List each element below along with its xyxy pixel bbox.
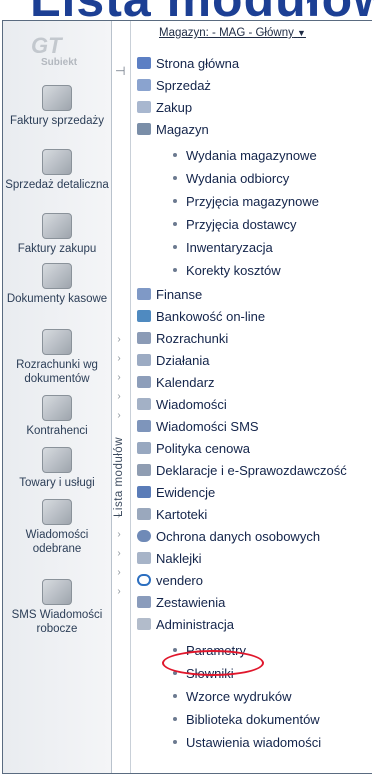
nav-label: SMS Wiadomości robocze <box>11 609 103 635</box>
submenu-ustawienia-wiadomosci[interactable]: Ustawienia wiadomości <box>173 732 321 754</box>
menu-kalendarz[interactable]: Kalendarz <box>137 372 215 394</box>
menu-bankowosc-online[interactable]: Bankowość on-line <box>137 306 265 328</box>
nav-kontrahenci[interactable]: Kontrahenci <box>3 395 111 438</box>
chevron-right-icon[interactable]: › <box>113 582 125 601</box>
chevron-right-icon[interactable]: › <box>113 330 125 349</box>
cash-documents-icon <box>42 263 72 289</box>
data-protection-icon <box>137 530 151 542</box>
nav-towary-i-uslugi[interactable]: Towary i usługi <box>3 447 111 490</box>
chevron-right-icon[interactable]: › <box>113 349 125 368</box>
warehouse-icon <box>137 123 151 135</box>
logo-name: Subiekt <box>41 57 78 68</box>
menu-wiadomosci[interactable]: Wiadomości <box>137 394 227 416</box>
sms-drafts-icon <box>42 579 72 605</box>
settlements-icon <box>42 329 72 355</box>
menu-polityka-cenowa[interactable]: Polityka cenowa <box>137 438 250 460</box>
subiekt-logo: GT Subiekt <box>13 33 105 73</box>
messages-received-icon <box>42 499 72 525</box>
submenu-inwentaryzacja[interactable]: Inwentaryzacja <box>173 237 273 259</box>
menu-kartoteki[interactable]: Kartoteki <box>137 504 207 526</box>
nav-faktury-zakupu[interactable]: Faktury zakupu <box>3 213 111 256</box>
logo-mark: GT <box>31 33 62 58</box>
nav-label: Sprzedaż detaliczna <box>5 179 109 191</box>
nav-label: Faktury zakupu <box>17 243 97 255</box>
labels-icon <box>137 552 151 564</box>
nav-label: Towary i usługi <box>19 477 95 489</box>
chevron-right-icon[interactable]: › <box>113 563 125 582</box>
messages-icon <box>137 398 151 410</box>
store-selector-label: Magazyn: - MAG - Główny <box>159 27 294 39</box>
invoice-sales-icon <box>42 85 72 111</box>
nav-label: Rozrachunki wg dokumentów <box>16 359 98 385</box>
menu-administracja[interactable]: Administracja <box>137 614 234 636</box>
nav-sms-wiadomosci-robocze[interactable]: SMS Wiadomości robocze <box>3 579 111 636</box>
actions-icon <box>137 354 151 366</box>
nav-label: Faktury sprzedaży <box>10 115 104 127</box>
home-icon <box>137 57 151 69</box>
sms-icon <box>137 420 151 432</box>
menu-ewidencje[interactable]: Ewidencje <box>137 482 215 504</box>
records-icon <box>137 486 151 498</box>
settlements-menu-icon <box>137 332 151 344</box>
submenu-przyjecia-magazynowe[interactable]: Przyjęcia magazynowe <box>173 191 319 213</box>
sales-icon <box>137 79 151 91</box>
administration-icon <box>137 618 151 630</box>
nav-sprzedaz-detaliczna[interactable]: Sprzedaż detaliczna <box>3 149 111 192</box>
pin-icon[interactable]: ⊣ <box>115 64 125 78</box>
nav-dokumenty-kasowe[interactable]: Dokumenty kasowe <box>3 263 111 306</box>
highlight-ring-parametry <box>162 650 264 676</box>
menu-deklaracje[interactable]: Deklaracje i e-Sprawozdawczość <box>137 460 347 482</box>
calendar-icon <box>137 376 151 388</box>
files-icon <box>137 508 151 520</box>
menu-magazyn[interactable]: Magazyn <box>137 119 209 141</box>
declarations-icon <box>137 464 151 476</box>
banner-title: Lista modułów <box>30 0 374 22</box>
submenu-przyjecia-dostawcy[interactable]: Przyjęcia dostawcy <box>173 214 297 236</box>
menu-rozrachunki[interactable]: Rozrachunki <box>137 328 228 350</box>
menu-zakup[interactable]: Zakup <box>137 97 192 119</box>
finance-icon <box>137 288 151 300</box>
store-selector[interactable]: Magazyn: - MAG - Główny ▼ <box>159 27 306 39</box>
header-banner: Lista modułów <box>0 0 374 22</box>
submenu-wydania-odbiorcy[interactable]: Wydania odbiorcy <box>173 168 289 190</box>
nav-label: Dokumenty kasowe <box>6 293 108 305</box>
purchase-icon <box>137 101 151 113</box>
nav-faktury-sprzedazy[interactable]: Faktury sprzedaży <box>3 85 111 128</box>
menu-sprzedaz[interactable]: Sprzedaż <box>137 75 211 97</box>
menu-wiadomosci-sms[interactable]: Wiadomości SMS <box>137 416 259 438</box>
menu-vendero[interactable]: vendero <box>137 570 203 592</box>
submenu-biblioteka-dokumentow[interactable]: Biblioteka dokumentów <box>173 709 320 731</box>
invoice-purchase-icon <box>42 213 72 239</box>
nav-label: Wiadomości odebrane <box>25 529 89 555</box>
submenu-wzorce-wydrukow[interactable]: Wzorce wydruków <box>173 686 291 708</box>
submenu-wydania-magazynowe[interactable]: Wydania magazynowe <box>173 145 317 167</box>
price-policy-icon <box>137 442 151 454</box>
chevron-right-icon[interactable]: › <box>113 368 125 387</box>
submenu-korekty-kosztow[interactable]: Korekty kosztów <box>173 260 281 282</box>
menu-strona-glowna[interactable]: Strona główna <box>137 53 239 75</box>
nav-wiadomosci-odebrane[interactable]: Wiadomości odebrane <box>3 499 111 556</box>
menu-zestawienia[interactable]: Zestawienia <box>137 592 225 614</box>
menu-dzialania[interactable]: Działania <box>137 350 209 372</box>
goods-services-icon <box>42 447 72 473</box>
contractors-icon <box>42 395 72 421</box>
chevron-down-icon: ▼ <box>297 28 306 38</box>
reports-icon <box>137 596 151 608</box>
nav-label: Kontrahenci <box>26 425 88 437</box>
menu-ochrona-danych[interactable]: Ochrona danych osobowych <box>137 526 320 548</box>
vendero-icon <box>137 574 151 586</box>
retail-sales-icon <box>42 149 72 175</box>
menu-finanse[interactable]: Finanse <box>137 284 202 306</box>
menu-naklejki[interactable]: Naklejki <box>137 548 202 570</box>
nav-rozrachunki-wg-dokumentow[interactable]: Rozrachunki wg dokumentów <box>3 329 111 386</box>
module-shortcut-bar: GT Subiekt Faktury sprzedaży Sprzedaż de… <box>3 21 112 773</box>
module-list-side-tab[interactable]: Lista modułów <box>108 392 130 562</box>
online-banking-icon <box>137 310 151 322</box>
side-tab-label: Lista modułów <box>113 436 125 518</box>
